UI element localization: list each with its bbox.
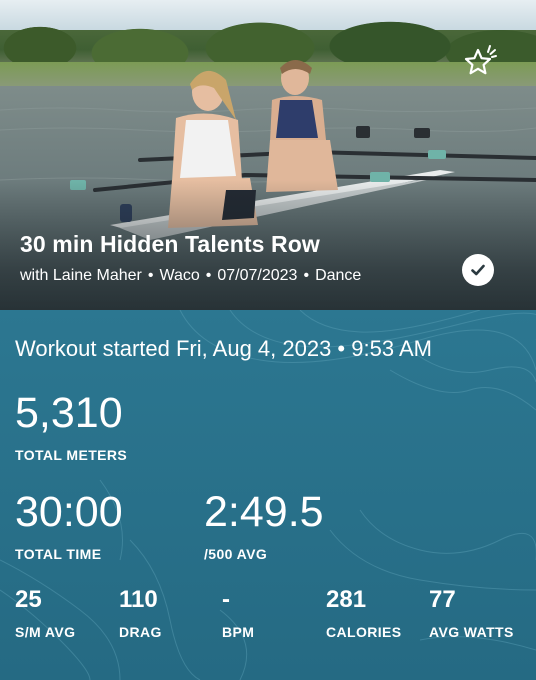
checkmark-icon [471,264,485,276]
stat-heart-rate: - BPM [222,586,255,641]
star-sparkle-icon [464,45,497,75]
workout-meta: with Laine Maher • Waco • 07/07/2023 • Dance [20,267,361,285]
completed-badge [462,254,494,286]
workout-summary-screen: 30 min Hidden Talents Row with Laine Mah… [0,0,536,680]
workout-start-time: Workout started Fri, Aug 4, 2023 • 9:53 … [15,336,432,361]
stat-label: S/M AVG [15,624,76,640]
workout-location: Waco [159,267,200,284]
stat-value: 110 [119,586,158,613]
stat-label: TOTAL TIME [15,546,102,562]
meta-separator: • [205,267,212,284]
favorite-button[interactable] [459,42,499,82]
workout-date: 07/07/2023 [217,267,298,284]
stat-total-time: 30:00 TOTAL TIME [15,488,123,563]
meta-separator: • [147,267,154,284]
stat-value: 25 [15,586,42,613]
stat-label: DRAG [119,624,162,640]
stat-value: 2:49.5 [204,488,324,536]
stat-calories: 281 CALORIES [326,586,402,641]
stat-value: 77 [429,586,456,613]
meta-separator: • [303,267,310,284]
stat-label: /500 AVG [204,546,268,562]
stat-label: BPM [222,624,255,640]
stat-label: CALORIES [326,624,402,640]
stat-stroke-rate: 25 S/M AVG [15,586,76,641]
stat-avg-watts: 77 AVG WATTS [429,586,514,641]
stat-value: 281 [326,586,367,613]
workout-title: 30 min Hidden Talents Row [20,231,320,257]
stat-value: - [222,586,230,613]
stat-label: TOTAL METERS [15,447,128,463]
stat-total-meters: 5,310 TOTAL METERS [15,389,128,464]
stat-drag: 110 DRAG [119,586,162,641]
stat-label: AVG WATTS [429,624,514,640]
workout-stats-panel: Workout started Fri, Aug 4, 2023 • 9:53 … [0,310,536,680]
music-genre: Dance [315,267,362,284]
stat-split-average: 2:49.5 /500 AVG [204,488,324,563]
stat-value: 30:00 [15,488,123,536]
instructor-name: with Laine Maher [20,267,142,284]
workout-hero-image: 30 min Hidden Talents Row with Laine Mah… [0,0,536,310]
stat-value: 5,310 [15,389,123,437]
